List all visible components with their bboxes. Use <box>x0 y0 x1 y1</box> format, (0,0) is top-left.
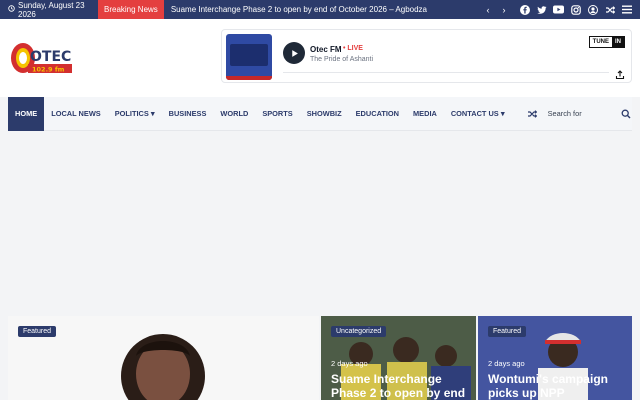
post-date: 2 days ago <box>331 359 368 368</box>
post-date: 2 days ago <box>488 359 525 368</box>
twitter-icon[interactable] <box>536 4 547 15</box>
nav-item-business[interactable]: BUSINESS <box>162 97 214 131</box>
nav-item-education[interactable]: EDUCATION <box>349 97 406 131</box>
site-header: OTEC 102.9 fm Otec FM • LIVE The Pride o… <box>0 19 640 97</box>
facebook-icon[interactable] <box>519 4 530 15</box>
instagram-icon[interactable] <box>570 4 581 15</box>
shuffle-icon[interactable] <box>604 4 615 15</box>
breaking-ticker-link[interactable]: Suame Interchange Phase 2 to open by end… <box>164 5 481 14</box>
clock-icon <box>8 5 15 14</box>
chevron-down-icon: ▾ <box>150 108 155 118</box>
station-tagline: The Pride of Ashanti <box>310 56 374 63</box>
top-bar: Sunday, August 23 2026 Breaking News Sua… <box>0 0 640 19</box>
breaking-news-label: Breaking News <box>98 0 164 19</box>
nav-item-label: POLITICS <box>114 108 149 118</box>
nav-item-politics[interactable]: POLITICS ▾ <box>108 97 162 131</box>
logo-frequency-text: 102.9 fm <box>32 66 65 74</box>
tunein-text-b: IN <box>612 37 624 47</box>
nav-item-contact-us[interactable]: CONTACT US ▾ <box>444 97 512 131</box>
user-icon[interactable] <box>587 4 598 15</box>
menu-icon[interactable] <box>621 4 632 15</box>
nav-item-media[interactable]: MEDIA <box>406 97 444 131</box>
category-badge[interactable]: Featured <box>488 326 527 337</box>
nav-item-sports[interactable]: SPORTS <box>255 97 299 131</box>
ticker-next-button[interactable]: › <box>497 3 511 17</box>
tunein-text-a: TUNE <box>589 37 612 47</box>
radio-player: Otec FM • LIVE The Pride of Ashanti TUNE… <box>221 29 632 83</box>
featured-card-2[interactable]: Uncategorized 2 days ago Suame Interchan… <box>321 316 476 400</box>
youtube-icon[interactable] <box>553 4 564 15</box>
nav-item-world[interactable]: WORLD <box>213 97 255 131</box>
featured-card-3[interactable]: Featured 2 days ago Wontumi's campaign p… <box>478 316 632 400</box>
search-input[interactable]: Search for <box>548 109 613 118</box>
site-logo[interactable]: OTEC 102.9 fm <box>10 41 74 75</box>
nav-item-label: CONTACT US <box>450 108 499 118</box>
live-label: LIVE <box>347 45 363 52</box>
nav-item-home[interactable]: HOME <box>8 96 45 131</box>
category-badge[interactable]: Featured <box>18 326 57 337</box>
tunein-logo[interactable]: TUNE IN <box>588 36 625 48</box>
play-button[interactable] <box>283 42 305 64</box>
featured-card-1[interactable]: Featured <box>8 316 319 400</box>
category-badge[interactable]: Uncategorized <box>331 326 387 337</box>
shuffle-icon[interactable] <box>526 107 539 121</box>
main-nav: HOME LOCAL NEWS POLITICS ▾ BUSINESS WORL… <box>8 96 632 131</box>
live-badge: • LIVE <box>343 45 363 52</box>
station-name: Otec FM <box>310 45 342 54</box>
nav-item-local-news[interactable]: LOCAL NEWS <box>44 97 108 131</box>
player-progress-track[interactable] <box>283 72 609 73</box>
ad-space <box>0 132 640 316</box>
share-icon[interactable] <box>615 67 625 80</box>
chevron-down-icon: ▾ <box>500 108 505 118</box>
search-icon[interactable] <box>621 108 632 120</box>
play-icon <box>291 49 298 57</box>
station-thumbnail <box>226 34 272 80</box>
post-title-link[interactable]: Suame Interchange Phase 2 to open by end <box>331 372 471 400</box>
logo-brand-text: OTEC <box>30 49 71 65</box>
ticker-prev-button[interactable]: ‹ <box>481 3 495 17</box>
date-display: Sunday, August 23 2026 <box>0 1 98 19</box>
nav-item-showbiz[interactable]: SHOWBIZ <box>300 97 349 131</box>
post-title-link[interactable]: Wontumi's campaign picks up NPP <box>488 372 628 400</box>
date-text: Sunday, August 23 2026 <box>18 0 85 19</box>
